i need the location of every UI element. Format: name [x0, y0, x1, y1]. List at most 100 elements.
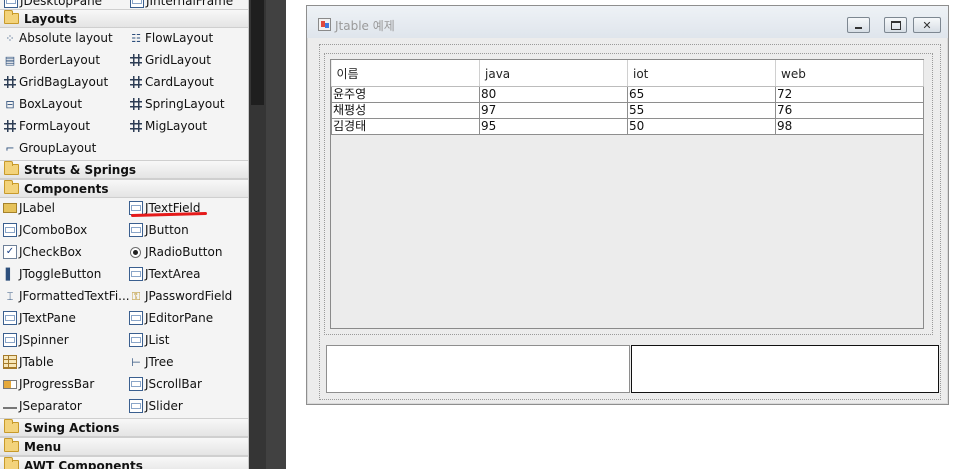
palette-item-label: JPasswordField — [145, 289, 233, 303]
palette-item-formlayout[interactable]: FormLayout — [3, 116, 90, 136]
column-header[interactable]: web — [775, 60, 924, 87]
palette-item-jtable[interactable]: JTable — [3, 352, 54, 372]
category-struts-springs[interactable]: Struts & Springs — [0, 160, 248, 179]
palette-item-label: JList — [145, 333, 170, 347]
palette-item-jtogglebutton[interactable]: ▌ JToggleButton — [3, 264, 102, 284]
absolute-layout-icon: ⁘ — [5, 31, 15, 45]
minimize-button[interactable] — [847, 17, 870, 33]
palette-item-label: JCheckBox — [19, 245, 82, 259]
table-cell[interactable]: 97 — [479, 101, 628, 119]
category-label: Components — [24, 181, 109, 196]
column-header[interactable]: java — [479, 60, 628, 87]
gridbag-layout-icon — [3, 75, 17, 89]
maximize-button[interactable] — [884, 17, 907, 33]
jeditorpane-icon — [129, 311, 143, 325]
palette-item-jbutton[interactable]: JButton — [129, 220, 189, 240]
text-field-right-selected[interactable] — [631, 345, 939, 393]
palette-item-label: FormLayout — [19, 119, 91, 133]
palette-item-jslider[interactable]: JSlider — [129, 396, 183, 416]
palette-item-label: JTree — [145, 355, 174, 369]
scrollbar-thumb[interactable] — [251, 0, 264, 105]
palette-item-jtree[interactable]: ⊢ JTree — [129, 352, 174, 372]
table-cell[interactable]: 50 — [627, 117, 776, 135]
table-row[interactable]: 김경태 95 50 98 — [331, 117, 924, 135]
panel-divider[interactable] — [266, 0, 286, 469]
spring-layout-icon — [129, 97, 143, 111]
palette-item-jspinner[interactable]: JSpinner — [3, 330, 69, 350]
table-cell[interactable]: 76 — [775, 101, 924, 119]
palette-item-jradiobutton[interactable]: JRadioButton — [129, 242, 222, 262]
palette-item-jlist[interactable]: JList — [129, 330, 170, 350]
table-cell[interactable]: 55 — [627, 101, 776, 119]
palette-item-jprogressbar[interactable]: JProgressBar — [3, 374, 94, 394]
palette-item-jcombobox[interactable]: JComboBox — [3, 220, 87, 240]
palette-item-jcheckbox[interactable]: ✓ JCheckBox — [3, 242, 82, 262]
category-components[interactable]: Components — [0, 179, 248, 198]
palette-item-label: JToggleButton — [19, 267, 102, 281]
category-awt-components[interactable]: AWT Components — [0, 456, 248, 469]
palette-item-label: JSeparator — [19, 399, 82, 413]
category-menu[interactable]: Menu — [0, 437, 248, 456]
category-layouts[interactable]: Layouts — [0, 9, 248, 28]
palette-item-label: JSlider — [145, 399, 183, 413]
palette-item-cardlayout[interactable]: CardLayout — [129, 72, 214, 92]
border-layout-icon: ▤ — [4, 53, 16, 67]
palette-item-jlabel[interactable]: JLabel — [3, 198, 55, 218]
table-cell[interactable]: 72 — [775, 85, 924, 103]
palette-item-label: JTextPane — [19, 311, 76, 325]
palette-item-jformattedtextfield[interactable]: ⌶ JFormattedTextFi... — [3, 286, 130, 306]
palette-item-jscrollbar[interactable]: JScrollBar — [129, 374, 202, 394]
jframe-preview[interactable]: Jtable 예제 ✕ 이름 java iot web 윤주영 80 65 72… — [306, 5, 949, 405]
data-table[interactable]: 이름 java iot web 윤주영 80 65 72 채평성 97 55 7… — [331, 60, 924, 135]
table-scroll-pane[interactable]: 이름 java iot web 윤주영 80 65 72 채평성 97 55 7… — [324, 53, 933, 335]
palette-item-springlayout[interactable]: SpringLayout — [129, 94, 225, 114]
window-titlebar[interactable]: Jtable 예제 ✕ — [307, 6, 948, 38]
close-button[interactable]: ✕ — [913, 17, 941, 33]
palette-scrollbar[interactable] — [249, 0, 266, 469]
table-cell[interactable]: 65 — [627, 85, 776, 103]
table-header-row: 이름 java iot web — [331, 60, 924, 87]
palette-item-jtextpane[interactable]: JTextPane — [3, 308, 76, 328]
window-title: Jtable 예제 — [335, 19, 395, 33]
jbutton-icon — [129, 223, 143, 237]
jtogglebutton-icon: ▌ — [5, 267, 15, 281]
table-row[interactable]: 윤주영 80 65 72 — [331, 85, 924, 103]
palette-item-gridlayout[interactable]: GridLayout — [129, 50, 211, 70]
palette-item-absolute-layout[interactable]: ⁘ Absolute layout — [3, 28, 112, 48]
palette-item-gridbaglayout[interactable]: GridBagLayout — [3, 72, 108, 92]
table-cell[interactable]: 98 — [775, 117, 924, 135]
palette-item-borderlayout[interactable]: ▤ BorderLayout — [3, 50, 100, 70]
table-cell[interactable]: 채평성 — [331, 101, 480, 119]
palette-item-jpasswordfield[interactable]: ⚿ JPasswordField — [129, 286, 232, 306]
palette-item-jseparator[interactable]: JSeparator — [3, 396, 82, 416]
palette-item-label: JRadioButton — [145, 245, 223, 259]
column-header[interactable]: iot — [627, 60, 776, 87]
table-cell[interactable]: 80 — [479, 85, 628, 103]
palette-item-jeditorpane[interactable]: JEditorPane — [129, 308, 213, 328]
category-swing-actions[interactable]: Swing Actions — [0, 418, 248, 437]
column-header[interactable]: 이름 — [331, 60, 480, 87]
palette-item-jtextarea[interactable]: JTextArea — [129, 264, 200, 284]
jseparator-icon — [3, 407, 17, 409]
folder-icon — [4, 457, 19, 469]
table-cell[interactable]: 윤주영 — [331, 85, 480, 103]
palette-item-label: MigLayout — [145, 119, 208, 133]
text-field-left[interactable] — [326, 345, 630, 393]
table-row[interactable]: 채평성 97 55 76 — [331, 101, 924, 119]
box-layout-icon: ⊟ — [5, 97, 15, 111]
form-layout-icon — [3, 119, 17, 133]
content-pane[interactable]: 이름 java iot web 윤주영 80 65 72 채평성 97 55 7… — [319, 44, 941, 400]
palette-item-flowlayout[interactable]: ☷ FlowLayout — [129, 28, 213, 48]
jcheckbox-icon: ✓ — [3, 245, 17, 259]
palette-item-boxlayout[interactable]: ⊟ BoxLayout — [3, 94, 82, 114]
palette-item-grouplayout[interactable]: ⌐ GroupLayout — [3, 138, 96, 158]
palette-item-miglayout[interactable]: MigLayout — [129, 116, 207, 136]
table-viewport[interactable]: 이름 java iot web 윤주영 80 65 72 채평성 97 55 7… — [330, 59, 924, 329]
table-cell[interactable]: 95 — [479, 117, 628, 135]
jtree-icon: ⊢ — [131, 355, 141, 369]
table-cell[interactable]: 김경태 — [331, 117, 480, 135]
category-label: Menu — [24, 439, 62, 454]
jtable-icon — [3, 355, 17, 369]
jcombobox-icon — [3, 223, 17, 237]
mig-layout-icon — [129, 119, 143, 133]
